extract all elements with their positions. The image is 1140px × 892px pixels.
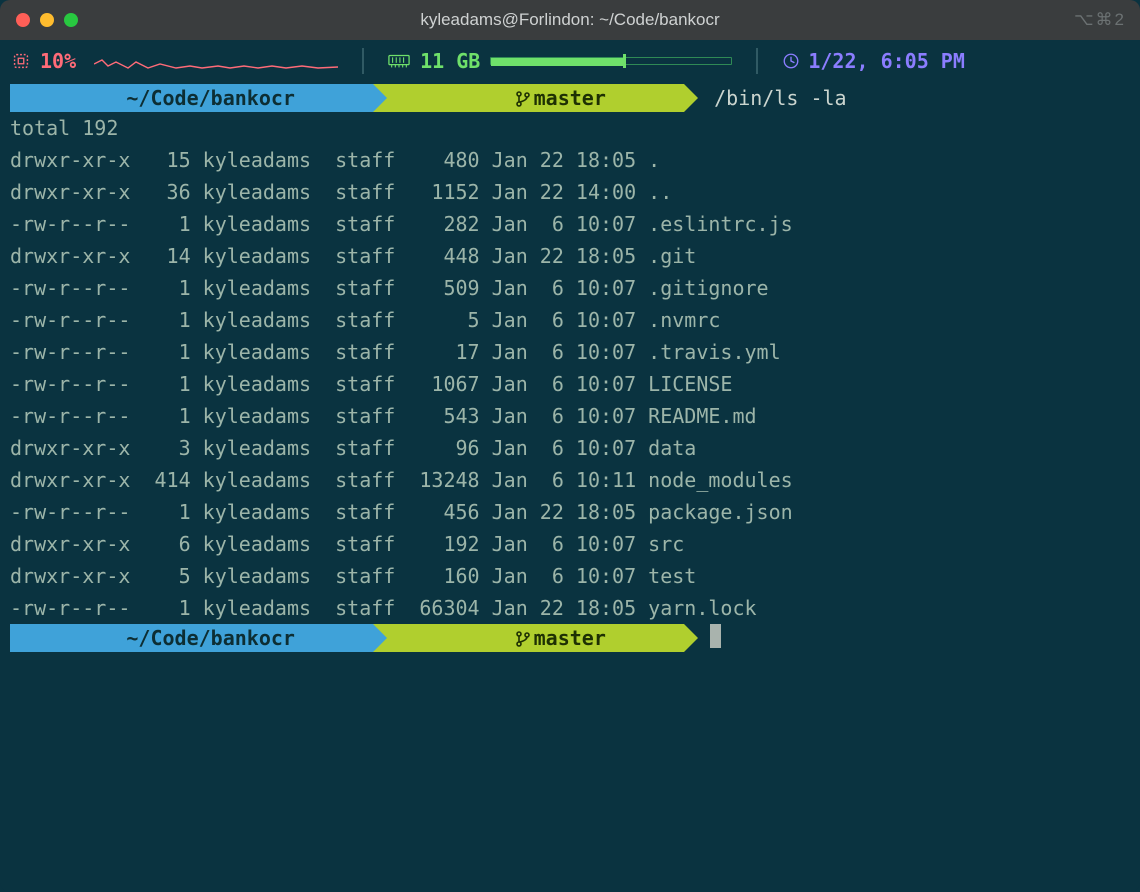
cpu-chip-icon: [10, 50, 32, 72]
git-branch-icon: [395, 596, 529, 680]
prompt-path: ~/Code/bankocr: [126, 84, 295, 112]
window-title: kyleadams@Forlindon: ~/Code/bankocr: [0, 10, 1140, 30]
terminal-window: kyleadams@Forlindon: ~/Code/bankocr ⌥⌘2 …: [0, 0, 1140, 892]
prompt-path: ~/Code/bankocr: [126, 624, 295, 652]
ls-output: total 192 drwxr-xr-x 15 kyleadams staff …: [10, 112, 1130, 624]
status-bar: 10% 11 GB: [0, 40, 1140, 82]
terminal-output-area[interactable]: ~/Code/bankocr master /bin/ls -la total …: [0, 82, 1140, 892]
titlebar: kyleadams@Forlindon: ~/Code/bankocr ⌥⌘2: [0, 0, 1140, 40]
cursor: [710, 624, 721, 648]
clock-status: 1/22, 6:05 PM: [782, 49, 965, 73]
window-shortcut-hint: ⌥⌘2: [1074, 10, 1126, 30]
command-text: /bin/ls -la: [684, 84, 846, 112]
prompt-branch-name: master: [534, 624, 606, 652]
prompt-branch-name: master: [534, 84, 606, 112]
prompt-line-active[interactable]: ~/Code/bankocr master: [10, 624, 1130, 652]
prompt-path-segment: ~/Code/bankocr: [10, 624, 373, 652]
git-branch-icon: [395, 56, 529, 140]
clock-text: 1/22, 6:05 PM: [808, 49, 965, 73]
prompt-path-segment: ~/Code/bankocr: [10, 84, 373, 112]
clock-icon: [782, 52, 800, 70]
cpu-sparkline: [94, 50, 338, 72]
prompt-branch-segment: master: [373, 624, 684, 652]
prompt-line: ~/Code/bankocr master /bin/ls -la: [10, 84, 1130, 112]
prompt-branch-segment: master: [373, 84, 684, 112]
status-separator: [756, 48, 758, 74]
